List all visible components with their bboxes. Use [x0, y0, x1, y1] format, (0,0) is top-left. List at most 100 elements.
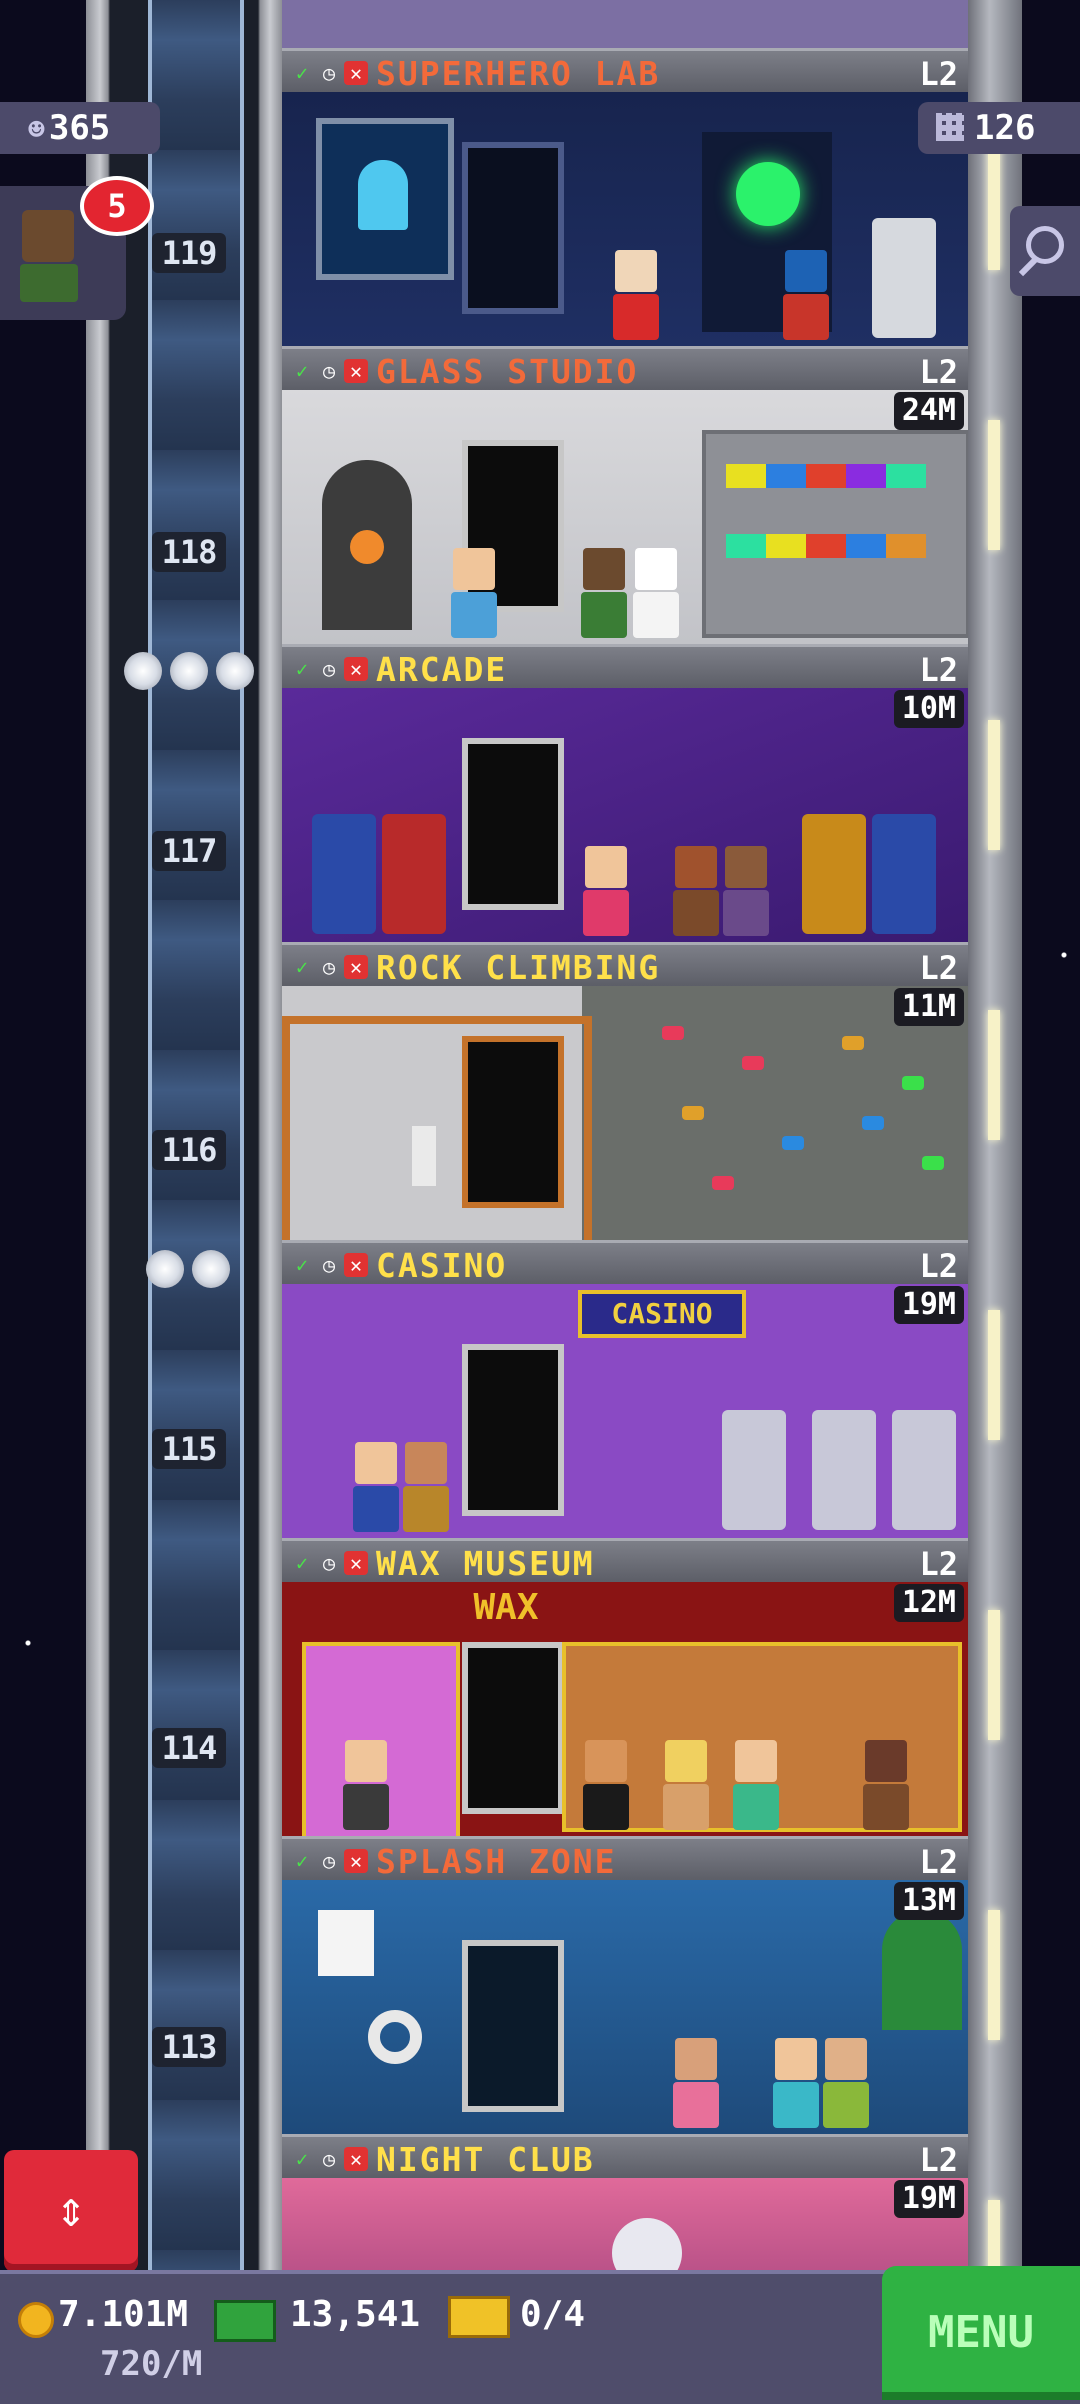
floor-level: L2 — [919, 1843, 958, 1881]
person[interactable] — [722, 846, 770, 936]
floor-night-club[interactable]: ✓ ◷ ✕ NIGHT CLUB L2 19M — [282, 2134, 968, 2270]
close-icon[interactable]: ✕ — [344, 1849, 368, 1873]
check-icon[interactable]: ✓ — [290, 1551, 314, 1575]
search-button[interactable] — [1010, 206, 1080, 296]
bits-icon — [936, 113, 964, 141]
palm-tree — [882, 1910, 962, 2030]
person[interactable] — [450, 548, 498, 638]
person[interactable] — [782, 250, 830, 340]
bits-value: 126 — [974, 108, 1036, 148]
rail-light — [988, 720, 1000, 850]
close-icon[interactable]: ✕ — [344, 657, 368, 681]
rail-light — [988, 140, 1000, 270]
climbing-hold — [662, 1026, 684, 1040]
hero-display-screen — [316, 118, 454, 280]
floor-price: 19M — [893, 1286, 964, 1324]
clock-icon[interactable]: ◷ — [317, 1551, 341, 1575]
check-icon[interactable]: ✓ — [290, 1253, 314, 1277]
water-cooler — [412, 1126, 436, 1186]
floor-number-117: 117 — [152, 831, 226, 871]
person[interactable] — [352, 1442, 400, 1532]
floor-rock-climbing[interactable]: ✓ ◷ ✕ ROCK CLIMBING L2 11M — [282, 942, 968, 1240]
floor-level: L2 — [919, 1545, 958, 1583]
check-icon[interactable]: ✓ — [290, 2147, 314, 2171]
elevator-toggle-button[interactable]: ⇕ — [4, 2150, 138, 2272]
close-icon[interactable]: ✕ — [344, 955, 368, 979]
clock-icon[interactable]: ◷ — [317, 61, 341, 85]
floor-glass-studio[interactable]: ✓ ◷ ✕ GLASS STUDIO L2 24M — [282, 346, 968, 644]
climbing-hold — [862, 1116, 884, 1130]
clock-icon[interactable]: ◷ — [317, 1253, 341, 1277]
check-icon[interactable]: ✓ — [290, 1849, 314, 1873]
floor-header: ✓ ◷ ✕ ARCADE L2 — [282, 644, 968, 691]
door — [462, 1940, 564, 2112]
star-icon — [216, 652, 254, 690]
person[interactable] — [402, 1442, 450, 1532]
floor-superhero-lab[interactable]: ✓ ◷ ✕ SUPERHERO LAB L2 — [282, 48, 968, 346]
close-icon[interactable]: ✕ — [344, 61, 368, 85]
check-icon[interactable]: ✓ — [290, 657, 314, 681]
room-interior — [282, 986, 968, 1240]
coin-icon — [18, 2302, 54, 2338]
clock-icon[interactable]: ◷ — [317, 657, 341, 681]
person[interactable] — [732, 1740, 780, 1830]
room-interior — [282, 2178, 968, 2270]
wax-figure — [582, 1740, 630, 1830]
slot-machine — [892, 1410, 956, 1530]
rail-light — [988, 420, 1000, 550]
climbing-hold — [782, 1136, 804, 1150]
floor-level: L2 — [919, 949, 958, 987]
person[interactable] — [772, 2038, 820, 2128]
clock-icon[interactable]: ◷ — [317, 2147, 341, 2171]
close-icon[interactable]: ✕ — [344, 1551, 368, 1575]
person[interactable] — [582, 846, 630, 936]
door — [462, 1642, 564, 1814]
check-icon[interactable]: ✓ — [290, 359, 314, 383]
person[interactable] — [632, 548, 680, 638]
floor-name: ROCK CLIMBING — [376, 947, 661, 987]
check-icon[interactable]: ✓ — [290, 61, 314, 85]
notification-badge: 5 — [80, 176, 154, 236]
tower-bux-icon — [214, 2300, 276, 2342]
close-icon[interactable]: ✕ — [344, 2147, 368, 2171]
casino-sign: CASINO — [578, 1290, 746, 1338]
room-interior — [282, 1880, 968, 2134]
floor-level: L2 — [919, 353, 958, 391]
person[interactable] — [672, 846, 720, 936]
floor-splash-zone[interactable]: ✓ ◷ ✕ SPLASH ZONE L2 13M — [282, 1836, 968, 2134]
person[interactable] — [672, 2038, 720, 2128]
arcade-machine — [312, 814, 376, 934]
floor-number-114: 114 — [152, 1728, 226, 1768]
check-icon[interactable]: ✓ — [290, 955, 314, 979]
floor-arcade[interactable]: ✓ ◷ ✕ ARCADE L2 10M — [282, 644, 968, 942]
wax-figure — [862, 1740, 910, 1830]
glass-shelf — [702, 430, 968, 638]
floor-number-119: 119 — [152, 233, 226, 273]
floor-name: NIGHT CLUB — [376, 2139, 595, 2179]
floor-header: ✓ ◷ ✕ GLASS STUDIO L2 — [282, 346, 968, 393]
up-down-icon: ⇕ — [55, 2180, 87, 2238]
close-icon[interactable]: ✕ — [344, 1253, 368, 1277]
clock-icon[interactable]: ◷ — [317, 1849, 341, 1873]
person[interactable] — [612, 250, 660, 340]
arcade-machine — [382, 814, 446, 934]
close-icon[interactable]: ✕ — [344, 359, 368, 383]
person[interactable] — [822, 2038, 870, 2128]
rail-light — [988, 1610, 1000, 1740]
floor-number-116: 116 — [152, 1130, 226, 1170]
floor-casino[interactable]: ✓ ◷ ✕ CASINO L2 19M CASINO — [282, 1240, 968, 1538]
wax-sign: WAX — [473, 1587, 539, 1628]
floor-price: 19M — [893, 2180, 964, 2218]
floor-wax-museum[interactable]: ✓ ◷ ✕ WAX MUSEUM L2 12M WAX — [282, 1538, 968, 1836]
clock-icon[interactable]: ◷ — [317, 359, 341, 383]
population-counter[interactable]: ☻ 365 — [0, 102, 160, 154]
clock-icon[interactable]: ◷ — [317, 955, 341, 979]
floor-name: GLASS STUDIO — [376, 351, 639, 391]
star-icon — [192, 1250, 230, 1288]
floor-120-partial[interactable] — [282, 0, 968, 48]
floor-level: L2 — [919, 1247, 958, 1285]
notice-poster — [318, 1910, 374, 1976]
person[interactable] — [580, 548, 628, 638]
menu-button[interactable]: MENU — [882, 2266, 1080, 2400]
population-value: 365 — [48, 108, 111, 148]
